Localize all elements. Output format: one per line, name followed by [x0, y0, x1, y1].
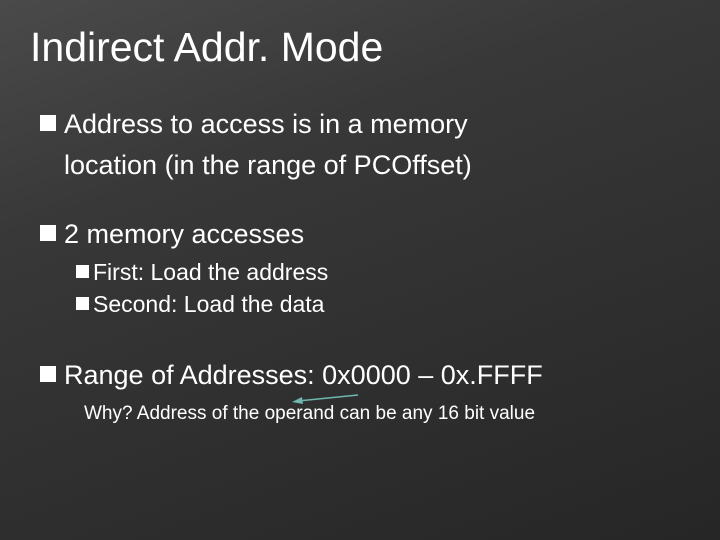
sub-bullet-text: First: Load the address: [93, 258, 328, 288]
square-bullet-icon: [76, 297, 89, 310]
bullet-text-cont: location (in the range of PCOffset): [28, 148, 680, 183]
square-bullet-icon: [40, 366, 56, 382]
bullet-item: Range of Addresses: 0x0000 – 0x.FFFF: [28, 358, 680, 393]
square-bullet-icon: [40, 115, 56, 131]
sub-bullet-item: Second: Load the data: [76, 290, 680, 320]
bullet-group-1: Address to access is in a memory locatio…: [28, 107, 680, 183]
square-bullet-icon: [76, 265, 89, 278]
square-bullet-icon: [40, 225, 56, 241]
why-note: Why? Address of the operand can be any 1…: [28, 403, 680, 425]
sub-bullet-group: First: Load the address Second: Load the…: [28, 258, 680, 320]
bullet-text: 2 memory accesses: [64, 217, 304, 252]
sub-bullet-item: First: Load the address: [76, 258, 680, 288]
why-text: Why? Address of the operand can be any 1…: [84, 403, 535, 424]
bullet-item: Address to access is in a memory: [28, 107, 680, 142]
bullet-group-3: Range of Addresses: 0x0000 – 0x.FFFF: [28, 358, 680, 393]
sub-bullet-text: Second: Load the data: [93, 290, 324, 320]
bullet-text: Range of Addresses: 0x0000 – 0x.FFFF: [64, 358, 543, 393]
bullet-text: Address to access is in a memory: [64, 107, 468, 142]
slide-title: Indirect Addr. Mode: [30, 24, 680, 71]
bullet-group-2: 2 memory accesses First: Load the addres…: [28, 217, 680, 320]
bullet-item: 2 memory accesses: [28, 217, 680, 252]
